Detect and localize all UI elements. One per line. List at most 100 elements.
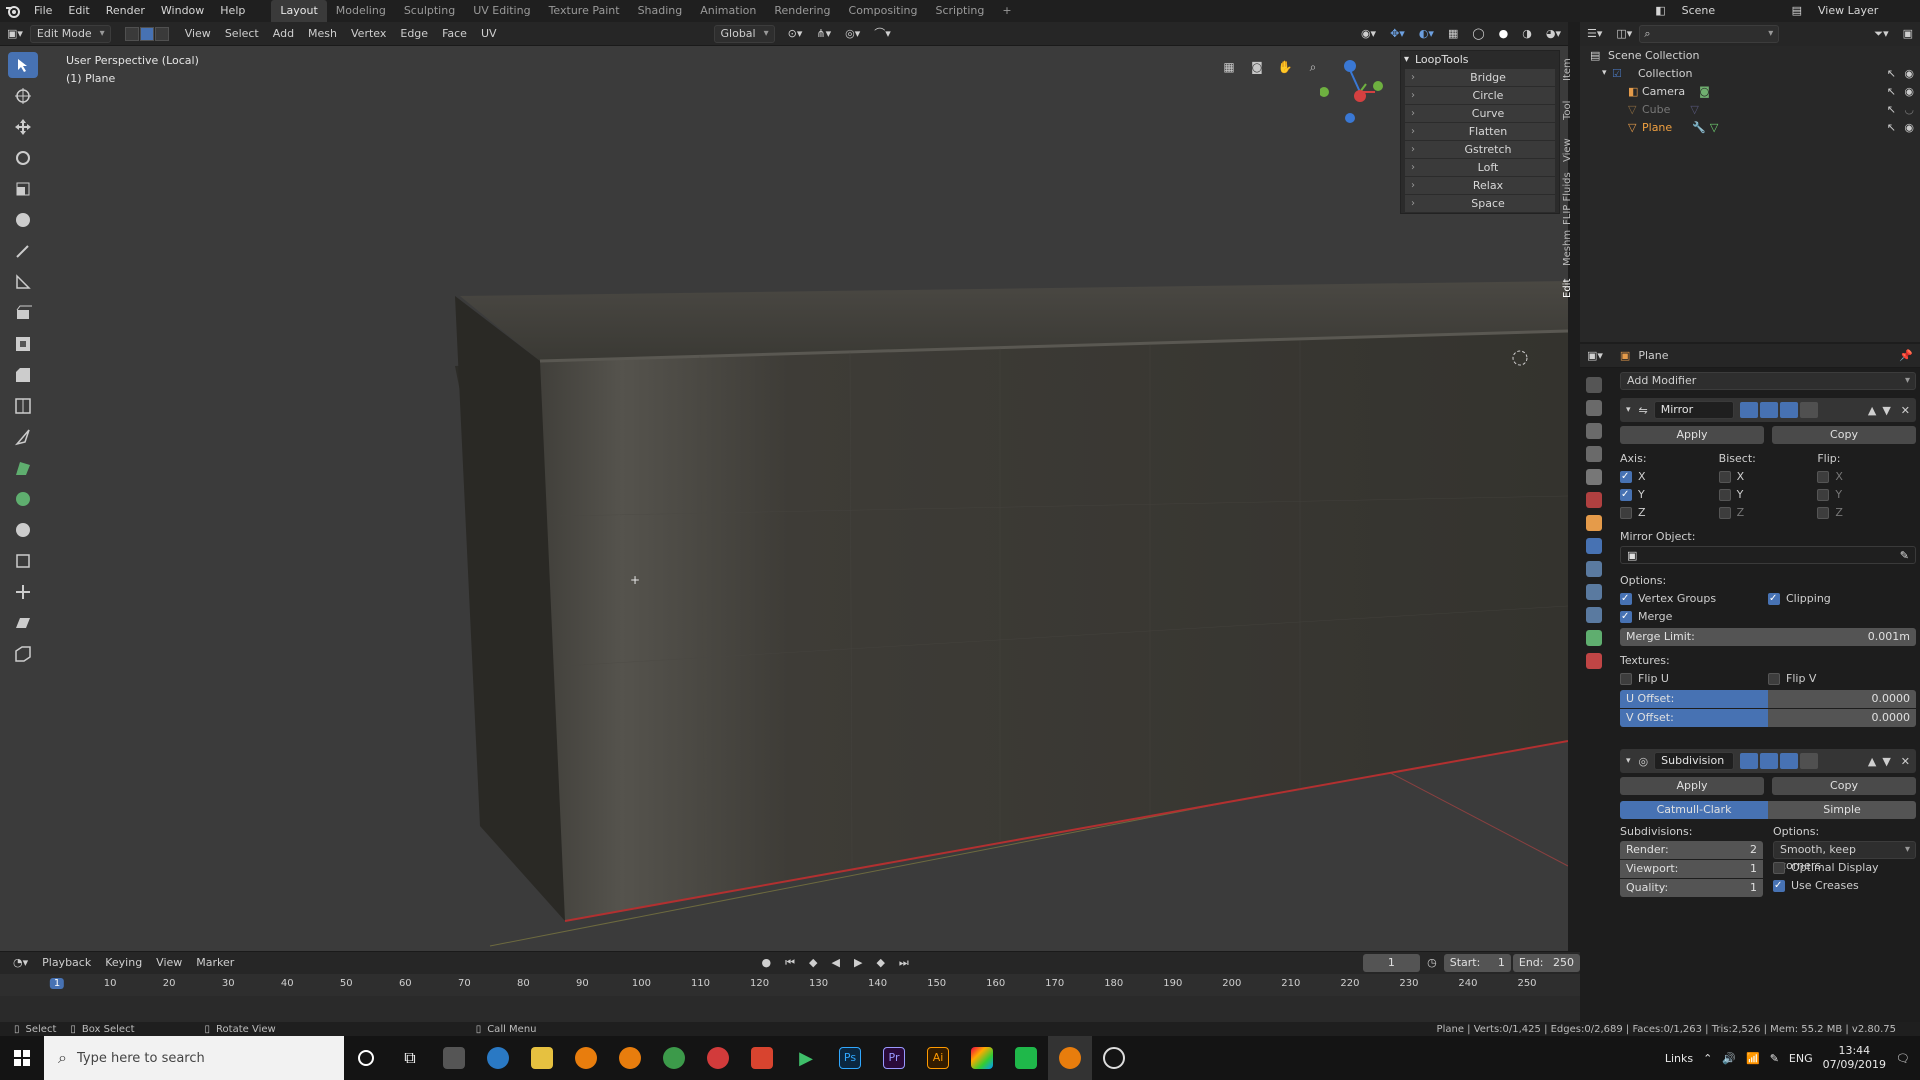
- on-cage-toggle-icon[interactable]: [1799, 402, 1818, 418]
- uv-smooth-dropdown[interactable]: Smooth, keep corners: [1773, 841, 1916, 872]
- flip-v-checkbox[interactable]: Flip V: [1768, 670, 1916, 688]
- tab-uv-editing[interactable]: UV Editing: [464, 0, 539, 22]
- menu-mesh[interactable]: Mesh: [301, 25, 344, 43]
- prev-key-icon[interactable]: ◆: [802, 954, 824, 972]
- current-frame-field[interactable]: 1: [1362, 954, 1421, 972]
- mesh-data-icon[interactable]: ▽: [1710, 121, 1718, 134]
- edge-app-icon[interactable]: [476, 1036, 520, 1080]
- eye-closed-icon[interactable]: ◡: [1904, 103, 1914, 116]
- flip-y-checkbox[interactable]: Y: [1817, 486, 1916, 504]
- mode-selector[interactable]: Edit Mode: [29, 24, 111, 43]
- mirror-apply-button[interactable]: Apply: [1620, 426, 1764, 444]
- view-layer-tab-icon[interactable]: [1586, 446, 1602, 462]
- clock[interactable]: 13:44 07/09/2019: [1823, 1044, 1886, 1072]
- world-tab-icon[interactable]: [1586, 492, 1602, 508]
- edit-mode-toggle-icon[interactable]: [1740, 753, 1759, 769]
- new-collection-icon[interactable]: ▣: [1896, 25, 1920, 43]
- eye-icon[interactable]: ◉: [1904, 85, 1914, 98]
- menu-uv[interactable]: UV: [474, 25, 504, 43]
- poly-build-tool-icon[interactable]: [8, 455, 38, 481]
- add-modifier-dropdown[interactable]: Add Modifier: [1620, 372, 1916, 390]
- outliner-row-scene-collection[interactable]: ▤ Scene Collection: [1580, 46, 1920, 64]
- viewport-toggle-icon[interactable]: [1759, 402, 1778, 418]
- looptools-bridge[interactable]: › Bridge: [1405, 69, 1555, 87]
- outliner-search-input[interactable]: ⌕: [1639, 25, 1780, 43]
- spin-tool-icon[interactable]: [8, 486, 38, 512]
- properties-editor-icon[interactable]: ▣▾: [1580, 347, 1610, 365]
- menu-add[interactable]: Add: [266, 25, 301, 43]
- record-icon[interactable]: ●: [755, 954, 779, 972]
- menu-help[interactable]: Help: [212, 0, 253, 22]
- vertex-groups-checkbox[interactable]: Vertex Groups: [1620, 590, 1768, 608]
- language-indicator[interactable]: ENG: [1789, 1052, 1813, 1065]
- overlay-toggle-icon[interactable]: ◐▾: [1412, 25, 1441, 43]
- eye-icon[interactable]: ◉: [1904, 67, 1914, 80]
- material-tab-icon[interactable]: [1586, 653, 1602, 669]
- tab-edit[interactable]: Edit: [1562, 268, 1573, 308]
- menu-face[interactable]: Face: [435, 25, 474, 43]
- modifier-tab-icon[interactable]: [1586, 538, 1602, 554]
- photoshop-app-icon[interactable]: Ps: [828, 1036, 872, 1080]
- viewport-toggle-icon[interactable]: [1760, 753, 1779, 769]
- scale-tool-icon[interactable]: [8, 176, 38, 202]
- calculator-app-icon[interactable]: [432, 1036, 476, 1080]
- move-down-icon[interactable]: ▼: [1882, 755, 1890, 768]
- menu-view[interactable]: View: [178, 25, 218, 43]
- line-app-icon[interactable]: [1004, 1036, 1048, 1080]
- cursor-tool-icon[interactable]: [8, 83, 38, 109]
- smooth-tool-icon[interactable]: [8, 517, 38, 543]
- transform-tool-icon[interactable]: [8, 207, 38, 233]
- tray-links[interactable]: Links: [1665, 1052, 1693, 1065]
- subdivision-apply-button[interactable]: Apply: [1620, 777, 1764, 795]
- network-icon[interactable]: 📶: [1746, 1052, 1760, 1065]
- output-tab-icon[interactable]: [1586, 423, 1602, 439]
- shear-tool-icon[interactable]: [8, 610, 38, 636]
- annotate-tool-icon[interactable]: [8, 238, 38, 264]
- editor-type-icon[interactable]: ▣▾: [0, 25, 30, 43]
- shading-solid-icon[interactable]: ●: [1492, 25, 1516, 43]
- camera-view-icon[interactable]: ◙: [1246, 56, 1268, 78]
- pivot-icon[interactable]: ⊙▾: [781, 25, 810, 43]
- looptools-gstretch[interactable]: › Gstretch: [1405, 141, 1555, 159]
- display-mode-icon[interactable]: ◫▾: [1609, 25, 1639, 43]
- physics-tab-icon[interactable]: [1586, 584, 1602, 600]
- chevron-down-icon[interactable]: ▾: [1602, 68, 1607, 78]
- pin-icon[interactable]: 📌: [1892, 347, 1920, 365]
- move-up-icon[interactable]: ▲: [1868, 755, 1876, 768]
- edge-select-icon[interactable]: [139, 26, 154, 41]
- looptools-relax[interactable]: › Relax: [1405, 177, 1555, 195]
- vertex-select-icon[interactable]: [124, 26, 139, 41]
- inset-tool-icon[interactable]: [8, 331, 38, 357]
- knife-tool-icon[interactable]: [8, 424, 38, 450]
- selectable-icon[interactable]: ↖: [1887, 121, 1896, 134]
- tab-rendering[interactable]: Rendering: [765, 0, 839, 22]
- taskbar-search-input[interactable]: ⌕ Type here to search: [44, 1036, 344, 1080]
- move-tool-icon[interactable]: [8, 114, 38, 140]
- chrome-app-icon[interactable]: [652, 1036, 696, 1080]
- render-toggle-icon[interactable]: [1779, 402, 1798, 418]
- blender-active-app-icon[interactable]: [1048, 1036, 1092, 1080]
- camera-data-icon[interactable]: ◙: [1699, 85, 1710, 98]
- timeline-editor-icon[interactable]: ◔▾: [6, 954, 35, 972]
- select-box-tool-icon[interactable]: [8, 52, 38, 78]
- flip-x-checkbox[interactable]: X: [1817, 468, 1916, 486]
- outliner-row-cube[interactable]: ▽ Cube ▽ ↖ ◡: [1580, 100, 1920, 118]
- render-levels-field[interactable]: Render: 2: [1620, 841, 1763, 859]
- tab-item[interactable]: Item: [1562, 50, 1573, 90]
- jump-start-icon[interactable]: ⏮: [778, 954, 802, 972]
- close-icon[interactable]: ✕: [1901, 755, 1910, 768]
- chevron-down-icon[interactable]: ▾: [1626, 405, 1631, 415]
- menu-marker[interactable]: Marker: [189, 954, 241, 972]
- next-key-icon[interactable]: ◆: [869, 954, 891, 972]
- red-app-icon[interactable]: [696, 1036, 740, 1080]
- axis-z-checkbox[interactable]: Z: [1620, 504, 1719, 522]
- menu-file[interactable]: File: [26, 0, 60, 22]
- loop-cut-tool-icon[interactable]: [8, 393, 38, 419]
- subdivision-name-field[interactable]: Subdivision: [1654, 752, 1735, 770]
- object-tab-icon[interactable]: [1586, 515, 1602, 531]
- tab-animation[interactable]: Animation: [691, 0, 765, 22]
- looptools-title[interactable]: LoopTools: [1401, 51, 1559, 69]
- steam-app-icon[interactable]: [1092, 1036, 1136, 1080]
- pen-icon[interactable]: ✎: [1770, 1052, 1779, 1065]
- play-reverse-icon[interactable]: ◀: [825, 954, 847, 972]
